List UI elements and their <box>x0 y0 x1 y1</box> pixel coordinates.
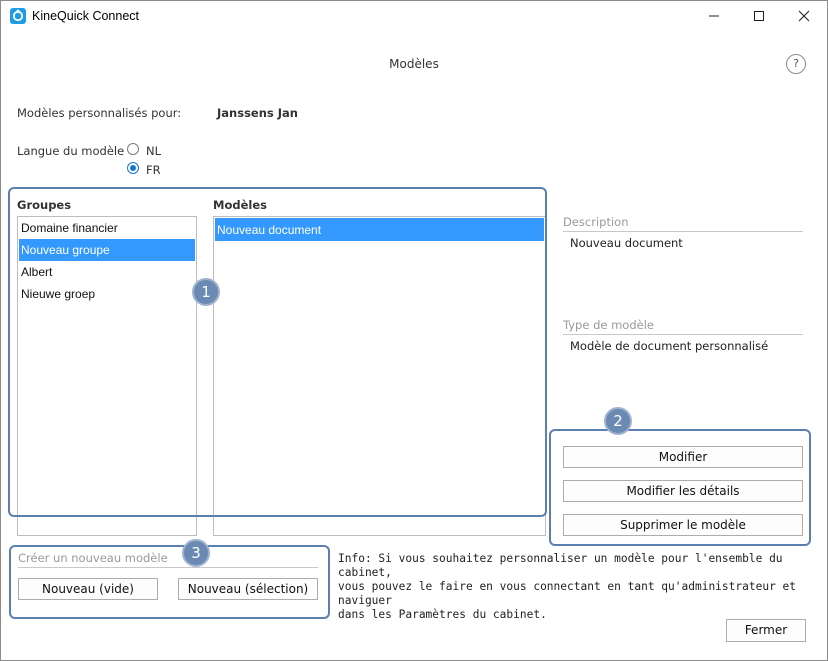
group-item-nieuwe-groep[interactable]: Nieuwe groep <box>19 283 195 305</box>
model-item-nouveau-document[interactable]: Nouveau document <box>215 218 544 241</box>
language-option-nl-label: NL <box>146 144 162 158</box>
description-label: Description <box>563 215 629 229</box>
minimize-button[interactable] <box>691 1 737 31</box>
info-line-2: vous pouvez le faire en vous connectant … <box>338 580 797 607</box>
close-button[interactable]: Fermer <box>726 619 806 642</box>
title-bar[interactable]: KineQuick Connect <box>1 1 827 31</box>
close-window-button[interactable] <box>781 1 827 31</box>
description-value: Nouveau document <box>570 236 683 250</box>
language-option-fr-label: FR <box>146 163 161 177</box>
info-line-1: Info: Si vous souhaitez personnaliser un… <box>338 552 783 579</box>
modify-details-button[interactable]: Modifier les détails <box>563 480 803 502</box>
minimize-icon <box>709 15 719 17</box>
models-header: Modèles <box>213 198 267 212</box>
description-divider <box>563 231 803 232</box>
maximize-button[interactable] <box>736 1 782 31</box>
groups-header: Groupes <box>17 198 72 212</box>
app-logo-icon <box>10 8 26 24</box>
dialog-window: KineQuick Connect Modèles ? Modèles pers… <box>0 0 828 661</box>
model-type-divider <box>563 334 803 335</box>
callout-badge-1: 1 <box>192 278 220 306</box>
callout-badge-2: 2 <box>604 407 632 435</box>
create-new-model-divider <box>18 567 318 568</box>
page-title: Modèles <box>389 57 439 71</box>
help-icon[interactable]: ? <box>786 54 806 74</box>
patient-name: Janssens Jan <box>217 106 298 120</box>
info-text: Info: Si vous souhaitez personnaliser un… <box>338 552 808 622</box>
language-label: Langue du modèle <box>17 144 125 158</box>
create-new-model-label: Créer un nouveau modèle <box>18 551 168 565</box>
callout-badge-3: 3 <box>182 539 210 567</box>
group-item-albert[interactable]: Albert <box>19 261 195 283</box>
group-item-domaine-financier[interactable]: Domaine financier <box>19 217 195 239</box>
groups-list[interactable]: Domaine financier Nouveau groupe Albert … <box>17 216 197 536</box>
window-title: KineQuick Connect <box>32 9 140 23</box>
new-empty-button[interactable]: Nouveau (vide) <box>18 578 158 600</box>
maximize-icon <box>754 11 764 21</box>
group-item-nouveau-groupe[interactable]: Nouveau groupe <box>19 239 195 261</box>
customized-for-label: Modèles personnalisés pour: <box>17 106 182 120</box>
new-selection-button[interactable]: Nouveau (sélection) <box>178 578 318 600</box>
models-list[interactable]: Nouveau document <box>213 216 546 536</box>
model-type-label: Type de modèle <box>563 318 654 332</box>
modify-button[interactable]: Modifier <box>563 446 803 468</box>
language-radio-nl[interactable] <box>127 143 139 155</box>
model-type-value: Modèle de document personnalisé <box>570 339 769 353</box>
language-radio-fr[interactable] <box>127 162 139 174</box>
close-icon <box>798 10 810 22</box>
delete-model-button[interactable]: Supprimer le modèle <box>563 514 803 536</box>
